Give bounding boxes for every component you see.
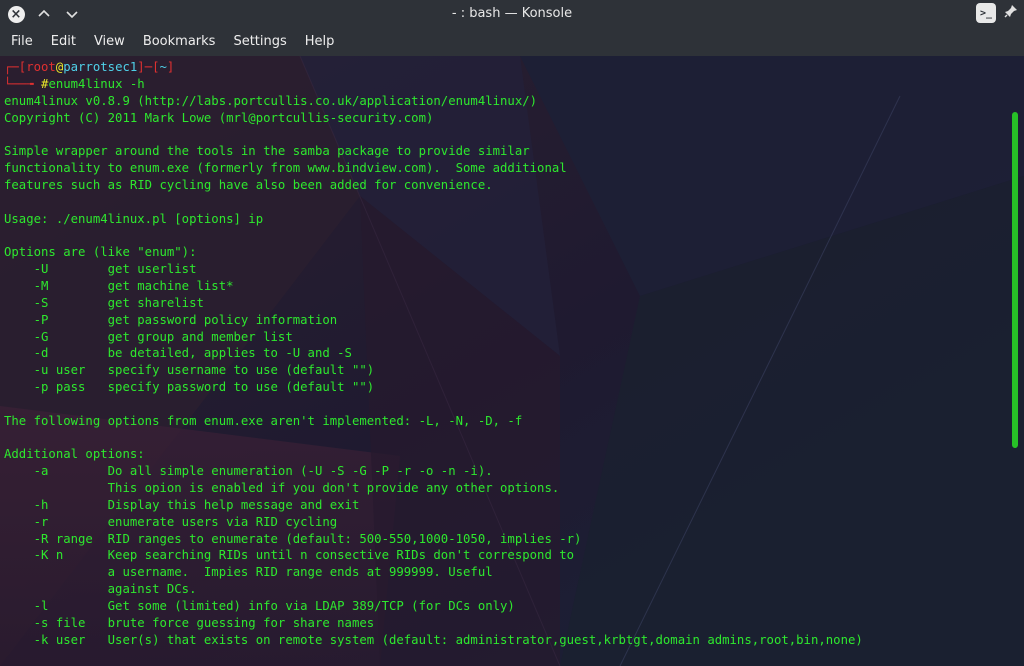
terminal-area[interactable]: ┌─[root@parrotsec1]─[~] └──╼ #enum4linux… — [0, 56, 1024, 666]
command-text: enum4linux -h — [48, 76, 145, 91]
menu-file[interactable]: File — [2, 28, 42, 56]
output-line: -k user User(s) that exists on remote sy… — [4, 632, 863, 647]
output-line: -S get sharelist — [4, 295, 204, 310]
output-line: -U get userlist — [4, 262, 197, 277]
scrollbar-thumb[interactable] — [1012, 112, 1018, 448]
menu-view[interactable]: View — [85, 28, 134, 56]
output-line: against DCs. — [4, 582, 197, 597]
output-line: -p pass specify password to use (default… — [4, 380, 375, 395]
output-line: -d be detailed, applies to -U and -S — [4, 346, 352, 361]
output-line: This opion is enabled if you don't provi… — [4, 481, 560, 496]
terminal-output: ┌─[root@parrotsec1]─[~] └──╼ #enum4linux… — [4, 59, 863, 649]
menu-bookmarks[interactable]: Bookmarks — [134, 28, 225, 56]
output-line: a username. Impies RID range ends at 999… — [4, 565, 493, 580]
output-line: -a Do all simple enumeration (-U -S -G -… — [4, 464, 493, 479]
output-line: -R range RID ranges to enumerate (defaul… — [4, 531, 582, 546]
output-line: Usage: ./enum4linux.pl [options] ip — [4, 211, 264, 226]
menu-help[interactable]: Help — [296, 28, 344, 56]
output-line: features such as RID cycling have also b… — [4, 177, 493, 192]
output-line: -r enumerate users via RID cycling — [4, 514, 338, 529]
window-titlebar: × - : bash — Konsole >_ — [0, 0, 1024, 28]
terminal-icon[interactable]: >_ — [976, 3, 996, 23]
prompt-line-1: ┌─[root@parrotsec1]─[~] — [4, 60, 175, 74]
pin-icon[interactable] — [1004, 4, 1018, 22]
output-line: -K n Keep searching RIDs until n consect… — [4, 548, 575, 563]
output-line: The following options from enum.exe aren… — [4, 413, 523, 428]
output-line: Additional options: — [4, 447, 145, 462]
output-line: -u user specify username to use (default… — [4, 363, 375, 378]
output-line: Copyright (C) 2011 Mark Lowe (mrl@portcu… — [4, 110, 434, 125]
output-line: enum4linux v0.8.9 (http://labs.portculli… — [4, 93, 538, 108]
window-title: - : bash — Konsole — [451, 6, 573, 21]
menu-settings[interactable]: Settings — [224, 28, 295, 56]
output-line: -h Display this help message and exit — [4, 497, 360, 512]
output-line: -l Get some (limited) info via LDAP 389/… — [4, 599, 515, 613]
output-line: Simple wrapper around the tools in the s… — [4, 144, 530, 159]
output-line: -P get password policy information — [4, 312, 338, 327]
prompt-line-2: └──╼ #enum4linux -h — [4, 76, 145, 91]
command-output: enum4linux v0.8.9 (http://labs.portculli… — [4, 94, 863, 647]
output-line: Options are (like "enum"): — [4, 245, 197, 260]
window-controls-right: >_ — [976, 3, 1018, 23]
menu-bar: File Edit View Bookmarks Settings Help — [0, 28, 1024, 56]
output-line: functionality to enum.exe (formerly from… — [4, 161, 567, 176]
output-line: -s file brute force guessing for share n… — [4, 615, 375, 630]
output-line: -M get machine list* — [4, 278, 234, 293]
menu-edit[interactable]: Edit — [42, 28, 85, 56]
output-line: -G get group and member list — [4, 329, 293, 344]
